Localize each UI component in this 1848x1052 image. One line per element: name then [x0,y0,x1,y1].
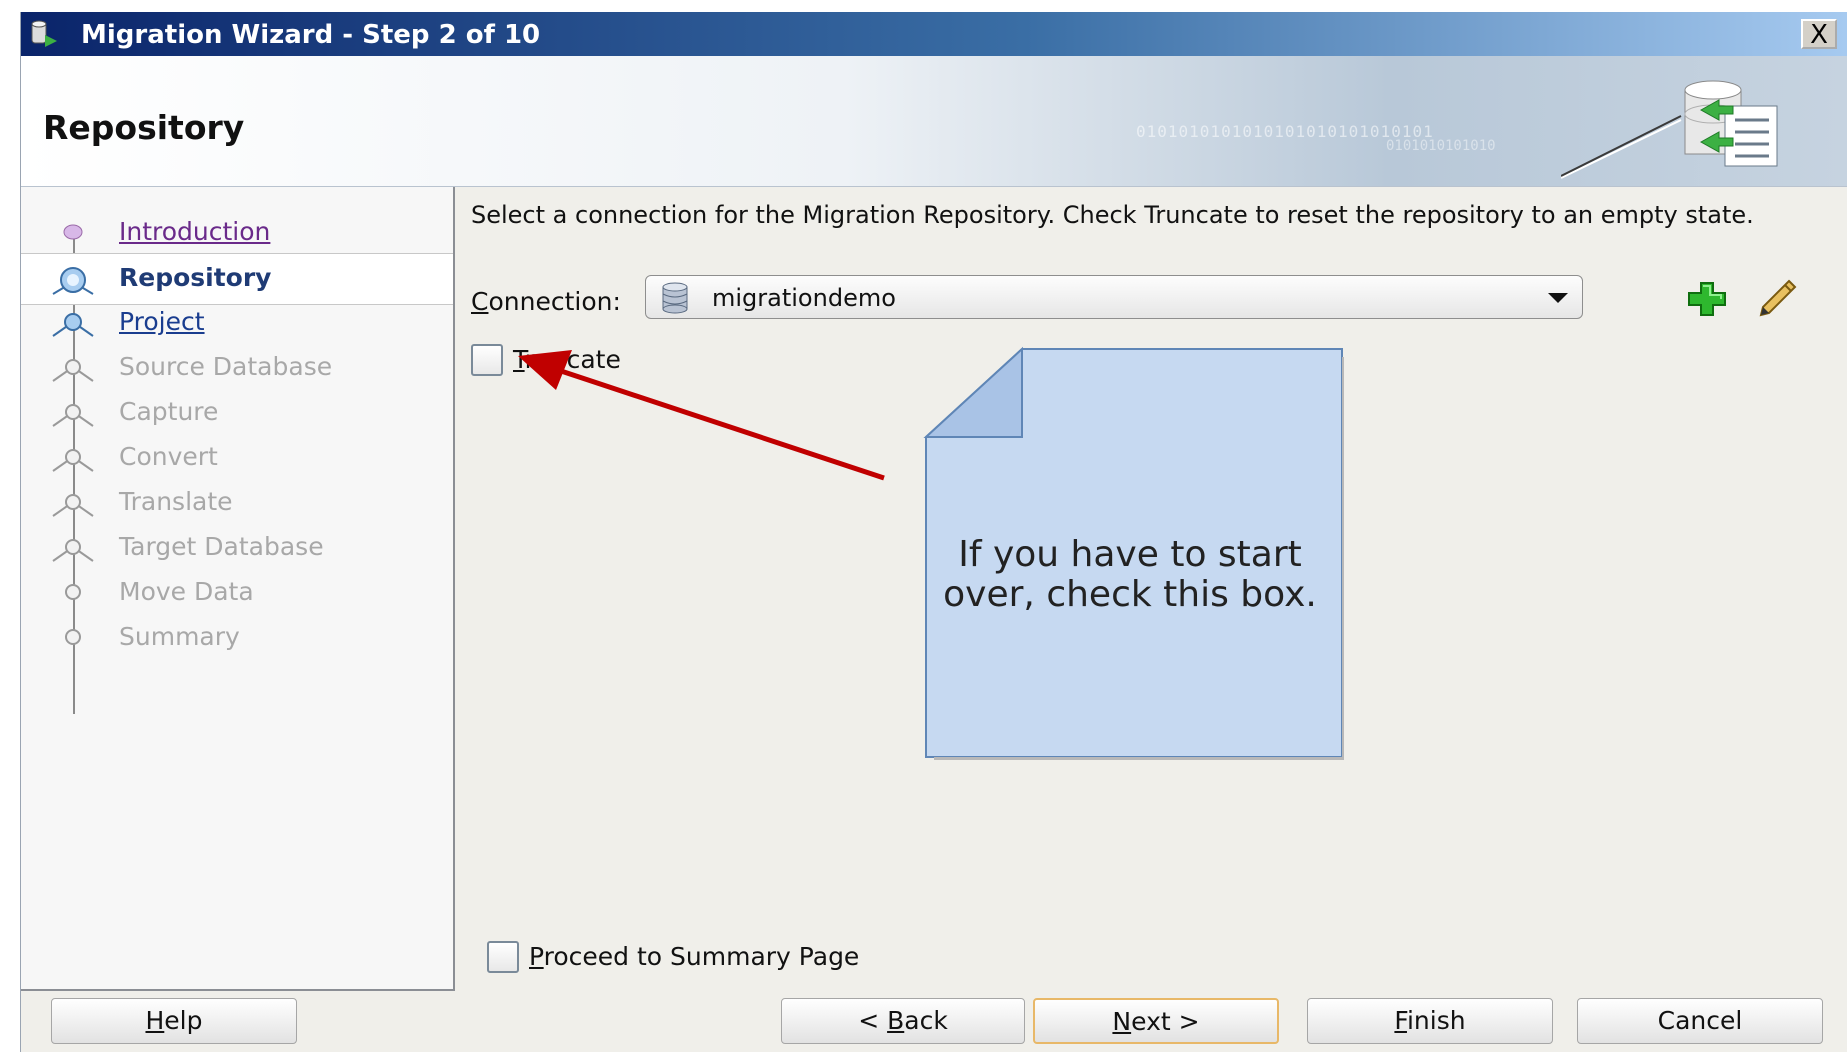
app-icon [31,20,57,47]
nav-step-label: Summary [119,622,240,651]
label-text: runcate [524,345,621,374]
nav-step-capture: Capture [21,388,453,438]
button-label: inish [1406,1006,1466,1035]
database-icon [662,282,688,314]
nav-step-label: Move Data [119,577,254,606]
page-title: Repository [43,108,245,147]
mnemonic-letter: H [145,1006,165,1035]
mnemonic-letter: P [529,942,544,971]
nav-step-summary: Summary [21,613,453,663]
connection-label: Connection: [471,287,621,316]
connection-dropdown[interactable]: migrationdemo [645,275,1583,319]
truncate-label[interactable]: Truncate [513,345,621,374]
header-banner: Repository 0101010101010101010101010101 … [21,56,1847,187]
current-step-node-icon [52,267,94,295]
title-bar[interactable]: Migration Wizard - Step 2 of 10 X [21,12,1847,56]
button-label: elp [164,1006,203,1035]
database-migration-graphic-icon [1561,80,1778,179]
banner-binary-text-2: 0101010101010 [1386,138,1496,154]
nav-step-project[interactable]: Project [21,298,453,348]
nav-step-label: Repository [119,263,272,292]
cancel-button[interactable]: Cancel [1577,998,1823,1044]
nav-step-label: Convert [119,442,218,471]
add-connection-plus-icon[interactable] [1685,279,1729,319]
nav-step-target-database: Target Database [21,523,453,573]
pending-step-node-icon [52,539,94,562]
nav-step-label: Introduction [119,217,271,246]
window-title: Migration Wizard - Step 2 of 10 [81,20,541,50]
pending-step-node-icon [52,449,94,472]
nav-step-introduction[interactable]: Introduction [21,208,453,258]
truncate-checkbox[interactable] [471,344,503,376]
finish-button[interactable]: Finish [1307,998,1553,1044]
pending-step-node-icon [65,629,81,645]
label-text: roceed to Summary Page [543,942,860,971]
visited-step-node-icon [63,224,83,240]
nav-step-translate: Translate [21,478,453,528]
mnemonic-letter: B [887,1006,905,1035]
mnemonic-letter: F [1394,1006,1407,1035]
nav-step-label: Capture [119,397,219,426]
pending-step-node-icon [65,584,81,600]
back-button[interactable]: < Back [781,998,1025,1044]
button-label: < [858,1006,888,1035]
edit-connection-pencil-icon[interactable] [1755,277,1799,321]
close-button[interactable]: X [1801,19,1837,49]
nav-step-label: Source Database [119,352,333,381]
nav-step-label: Target Database [119,532,324,561]
mnemonic-letter: N [1112,1007,1132,1036]
instructions-text: Select a connection for the Migration Re… [471,201,1754,229]
screen-edge [0,0,14,1052]
button-label: ext > [1131,1007,1200,1036]
nav-step-move-data: Move Data [21,568,453,618]
nav-step-label: Translate [119,487,233,516]
pending-step-node-icon [52,359,94,382]
label-text: onnection: [488,287,621,316]
next-step-node-icon [52,313,94,337]
nav-step-label: Project [119,307,205,336]
proceed-to-summary-checkbox[interactable] [487,941,519,973]
connection-value: migrationdemo [712,284,896,312]
mnemonic-letter: C [471,287,489,316]
pending-step-node-icon [52,404,94,427]
next-button[interactable]: Next > [1033,998,1279,1044]
pending-step-node-icon [52,494,94,517]
nav-step-source-database: Source Database [21,343,453,393]
proceed-to-summary-label[interactable]: Proceed to Summary Page [529,942,859,971]
chevron-down-icon[interactable] [1548,293,1568,303]
help-button[interactable]: Help [51,998,297,1044]
wizard-step-navigator: Introduction Repository Project Source D… [21,187,455,991]
mnemonic-letter: T [513,345,525,374]
callout-text: If you have to start over, check this bo… [943,534,1317,615]
button-label: ack [904,1006,948,1035]
nav-step-convert: Convert [21,433,453,483]
